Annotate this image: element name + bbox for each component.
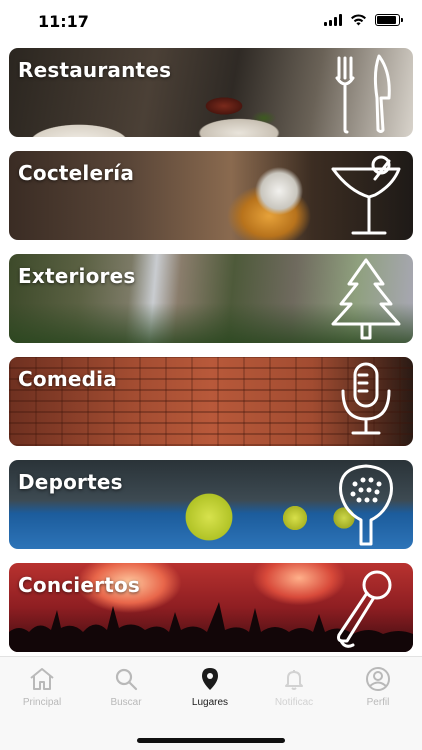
category-title: Coctelería: [18, 161, 135, 185]
location-pin-icon: [202, 668, 218, 690]
tab-perfil[interactable]: Perfil: [336, 667, 420, 719]
tab-label: Principal: [22, 697, 62, 708]
status-icons: [324, 14, 403, 26]
category-title: Exteriores: [18, 264, 136, 288]
category-title: Deportes: [18, 470, 123, 494]
fork-knife-icon: [335, 54, 391, 134]
padel-racket-icon: [339, 464, 393, 546]
tab-notificaciones[interactable]: Notificac: [252, 667, 336, 719]
category-title: Conciertos: [18, 573, 140, 597]
tab-lugares[interactable]: Lugares: [168, 667, 252, 719]
tab-label: Lugares: [191, 697, 229, 708]
status-time: 11:17: [38, 12, 89, 31]
handheld-microphone-icon: [337, 570, 392, 648]
profile-icon: [366, 667, 390, 691]
signal-icon: [324, 14, 342, 26]
microphone-icon: [341, 362, 391, 435]
tab-principal[interactable]: Principal: [0, 667, 84, 719]
bell-icon: [285, 670, 303, 690]
pine-tree-icon: [331, 258, 401, 340]
category-card-exteriores[interactable]: Exteriores: [9, 254, 413, 343]
category-list: Restaurantes Coctelería Exteriores Comed…: [9, 48, 413, 666]
category-card-comedia[interactable]: Comedia: [9, 357, 413, 446]
category-card-deportes[interactable]: Deportes: [9, 460, 413, 549]
status-bar: 11:17: [0, 0, 422, 44]
category-title: Restaurantes: [18, 58, 172, 82]
tab-label: Buscar: [110, 697, 142, 708]
cocktail-glass-icon: [331, 155, 401, 235]
tab-label: Notificac: [274, 697, 314, 708]
category-card-cocteleria[interactable]: Coctelería: [9, 151, 413, 240]
tab-bar: Principal Buscar Lugares Notificac Perfi…: [0, 656, 422, 750]
search-icon: [115, 668, 138, 691]
battery-level: [377, 16, 396, 24]
wifi-icon: [351, 14, 366, 26]
tab-buscar[interactable]: Buscar: [84, 667, 168, 719]
home-icon: [30, 668, 54, 690]
category-card-restaurantes[interactable]: Restaurantes: [9, 48, 413, 137]
category-title: Comedia: [18, 367, 117, 391]
tab-label: Perfil: [366, 697, 390, 708]
home-indicator: [137, 738, 285, 743]
battery-icon: [375, 14, 403, 26]
category-card-conciertos[interactable]: Conciertos: [9, 563, 413, 652]
